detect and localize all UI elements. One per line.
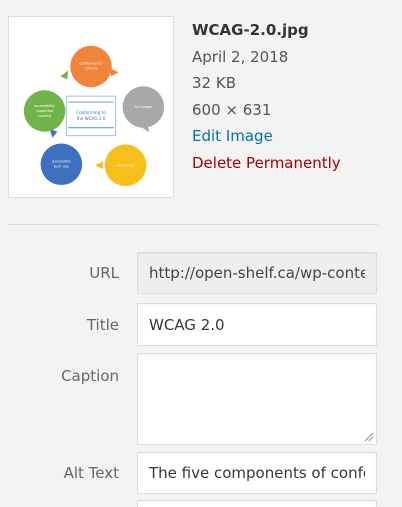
url-field[interactable] [137,252,377,294]
caption-label: Caption [61,367,119,385]
svg-text:accessible: accessible [52,159,70,163]
attachment-upload-date: April 2, 2018 [192,47,289,66]
thumbnail-circle-right: full pages [122,86,165,128]
attachment-dimensions: 600 × 631 [192,100,272,119]
svg-text:processes: processes [117,163,135,167]
thumbnail-circle-bottom-right: processes [104,144,147,187]
attachment-thumbnail[interactable]: Conforming to the WCAG 2.0 conformance c… [8,16,174,198]
svg-text:criteria: criteria [85,66,98,70]
thumbnail-circle-bottom-left: accessible tech use [40,143,83,186]
url-label: URL [89,264,119,282]
attachment-details-panel: Conforming to the WCAG 2.0 conformance c… [0,0,402,507]
thumbnail-center-label: Conforming to [76,110,106,115]
svg-text:accessibility: accessibility [34,104,54,108]
alt-text-field[interactable] [137,452,377,494]
description-field[interactable] [137,500,377,507]
svg-text:full pages: full pages [135,105,152,109]
title-field[interactable] [137,303,377,346]
delete-permanently-link[interactable]: Delete Permanently [192,150,397,177]
attachment-info: WCAG-2.0.jpg April 2, 2018 32 KB 600 × 6… [192,17,397,176]
svg-text:supported: supported [36,109,53,113]
section-divider [8,224,378,225]
edit-image-link[interactable]: Edit Image [192,123,397,150]
caption-field[interactable] [137,353,377,445]
svg-text:conformance: conformance [79,62,102,66]
caption-field-wrapper [137,353,377,445]
thumbnail-circle-left: accessibility supported content [23,90,66,132]
attachment-filename: WCAG-2.0.jpg [192,21,309,39]
svg-text:the WCAG 2.0: the WCAG 2.0 [77,116,106,121]
title-label: Title [86,316,119,334]
svg-text:tech use: tech use [54,164,69,168]
svg-text:content: content [38,114,51,118]
thumbnail-circle-top: conformance criteria [70,45,112,88]
resize-handle-icon[interactable] [364,432,374,442]
alt-text-label: Alt Text [63,464,119,482]
attachment-file-size: 32 KB [192,74,236,92]
